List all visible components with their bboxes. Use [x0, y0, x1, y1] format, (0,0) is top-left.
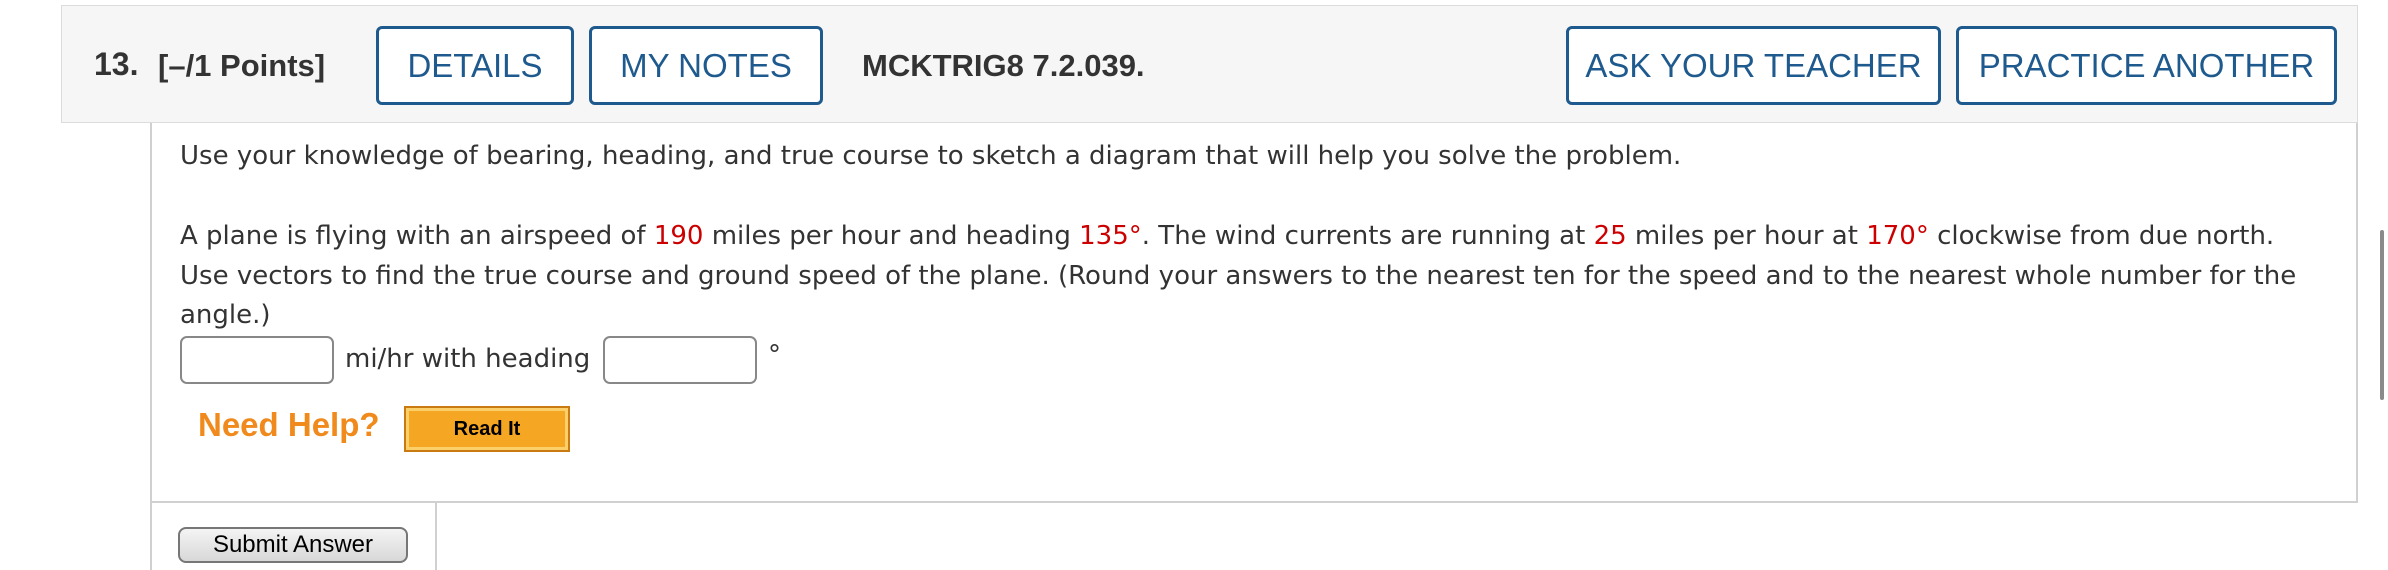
problem-line-2: Use vectors to find the true course and …: [180, 261, 2297, 291]
scrollbar-thumb[interactable]: [2380, 230, 2384, 400]
question-header: 13. [–/1 Points] DETAILS MY NOTES MCKTRI…: [61, 5, 2358, 123]
heading-value: 135°: [1079, 221, 1142, 251]
wind-direction-value: 170°: [1866, 221, 1929, 251]
instruction-text: Use your knowledge of bearing, heading, …: [180, 141, 1682, 171]
problem-line-3: angle.): [180, 300, 271, 330]
practice-another-button[interactable]: PRACTICE ANOTHER: [1956, 26, 2337, 105]
frame-divider-left: [150, 503, 152, 570]
frame-divider-mid: [435, 501, 437, 570]
question-page: 13. [–/1 Points] DETAILS MY NOTES MCKTRI…: [0, 0, 2388, 570]
ask-your-teacher-button[interactable]: ASK YOUR TEACHER: [1566, 26, 1941, 105]
problem-line-1: A plane is flying with an airspeed of 19…: [180, 221, 2275, 251]
airspeed-value: 190: [653, 221, 704, 251]
wind-speed-value: 25: [1593, 221, 1627, 251]
need-help-label: Need Help?: [198, 406, 380, 443]
details-button[interactable]: DETAILS: [376, 26, 574, 105]
true-course-input[interactable]: [603, 336, 757, 384]
read-it-button[interactable]: Read It: [404, 406, 570, 452]
submit-answer-button[interactable]: Submit Answer: [178, 527, 408, 563]
degree-symbol: °: [768, 340, 781, 370]
question-number: 13.: [94, 46, 139, 82]
unit-label: mi/hr with heading: [345, 344, 591, 374]
assignment-id: MCKTRIG8 7.2.039.: [862, 48, 1145, 83]
points-label: [–/1 Points]: [158, 48, 326, 83]
ground-speed-input[interactable]: [180, 336, 334, 384]
my-notes-button[interactable]: MY NOTES: [589, 26, 823, 105]
